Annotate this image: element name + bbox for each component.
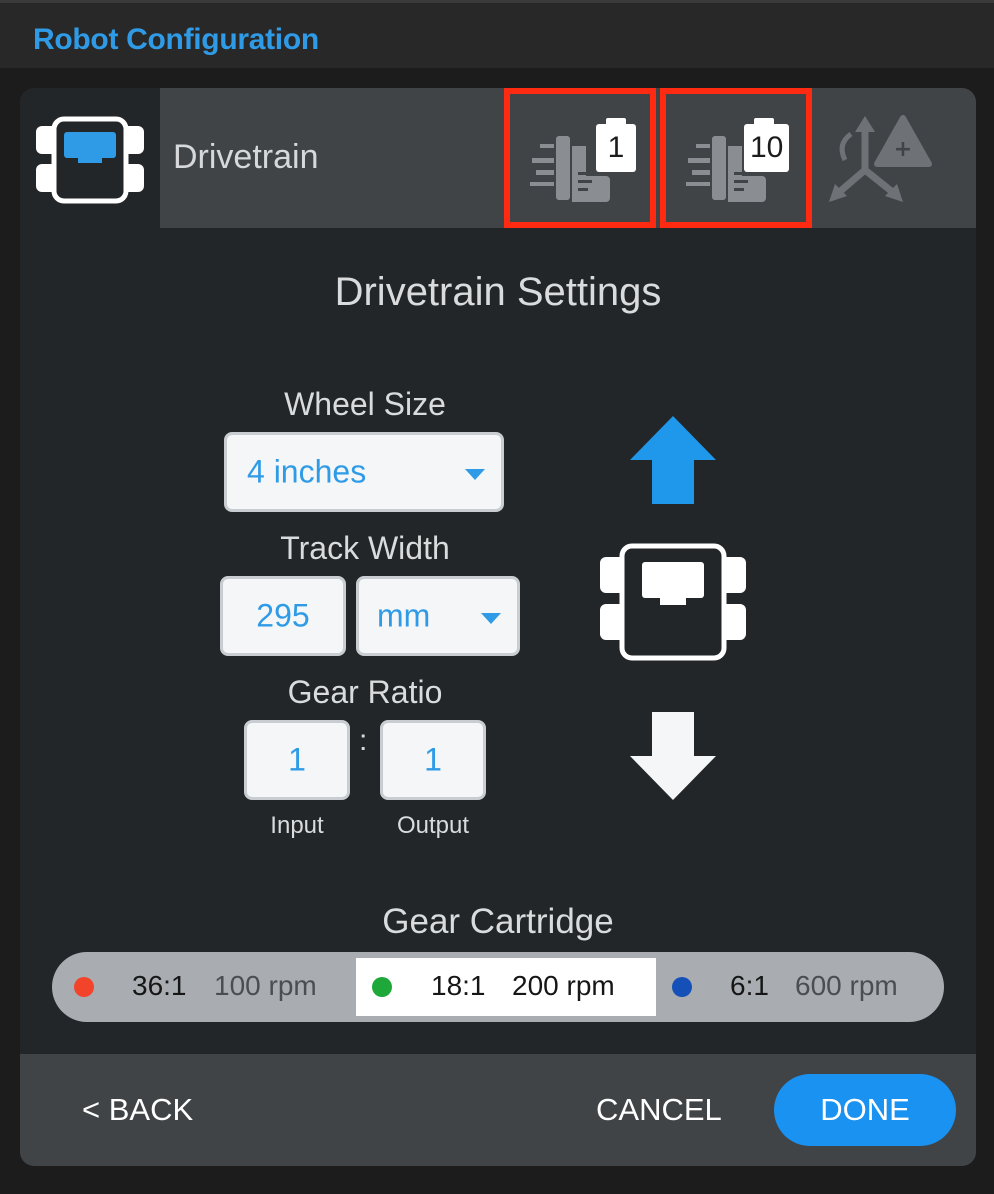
chevron-down-icon xyxy=(481,613,501,624)
gear-cartridge-selector: 36:1 100 rpm 18:1 200 rpm 6:1 600 rpm xyxy=(52,952,944,1022)
cartridge-ratio: 6:1 xyxy=(730,970,769,1001)
cancel-button[interactable]: CANCEL xyxy=(596,1092,722,1128)
track-width-label: Track Width xyxy=(280,530,450,566)
cartridge-option-18-1[interactable]: 18:1 200 rpm xyxy=(356,958,656,1016)
wheel-size-label: Wheel Size xyxy=(284,386,446,422)
done-button[interactable]: DONE xyxy=(774,1074,956,1146)
gear-cartridge-label: Gear Cartridge xyxy=(382,902,614,941)
arrow-down-icon[interactable] xyxy=(628,710,718,802)
wheel-size-select[interactable]: 4 inches xyxy=(224,432,504,512)
drivetrain-config-panel: Drivetrain 1 10 + Drivetrain Settings Wh… xyxy=(20,88,976,1166)
ratio-separator: : xyxy=(359,724,368,757)
motor-port-slot-1[interactable]: 1 xyxy=(504,88,656,228)
track-width-value: 295 xyxy=(256,597,310,634)
footer-bar: < BACK CANCEL DONE xyxy=(20,1054,976,1166)
output-caption: Output xyxy=(396,812,470,839)
blue-cartridge-dot xyxy=(672,977,692,997)
chevron-down-icon xyxy=(465,469,485,480)
arrow-up-icon[interactable] xyxy=(628,414,718,506)
port-number-badge: 10 xyxy=(744,118,790,172)
title-bar: Robot Configuration xyxy=(0,0,994,68)
window-title: Robot Configuration xyxy=(33,23,319,56)
drivetrain-icon xyxy=(600,543,746,661)
svg-text:+: + xyxy=(894,137,912,162)
track-width-input[interactable]: 295 xyxy=(220,576,346,656)
motor-port-slot-10[interactable]: 10 xyxy=(660,88,812,228)
add-gyro-sensor-icon[interactable]: + xyxy=(825,110,935,211)
gear-ratio-label: Gear Ratio xyxy=(287,674,443,710)
cartridge-ratio: 36:1 xyxy=(132,970,187,1001)
input-caption: Input xyxy=(270,812,324,839)
settings-title: Drivetrain Settings xyxy=(334,270,662,314)
wheel-size-value: 4 inches xyxy=(247,453,367,490)
gear-ratio-output-field[interactable]: 1 xyxy=(380,720,486,800)
cartridge-option-6-1[interactable]: 6:1 600 rpm xyxy=(658,952,944,1022)
device-name: Drivetrain xyxy=(173,138,319,176)
gear-output-value: 1 xyxy=(424,741,442,778)
back-button[interactable]: < BACK xyxy=(82,1092,193,1128)
green-cartridge-dot xyxy=(372,977,392,997)
cartridge-rpm: 100 rpm xyxy=(214,970,317,1001)
cartridge-rpm: 600 rpm xyxy=(795,970,898,1001)
drivetrain-icon xyxy=(32,116,148,206)
gear-input-value: 1 xyxy=(288,741,306,778)
cartridge-option-36-1[interactable]: 36:1 100 rpm xyxy=(52,952,354,1022)
cartridge-ratio: 18:1 xyxy=(431,970,486,1001)
gear-ratio-input-field[interactable]: 1 xyxy=(244,720,350,800)
track-width-unit-select[interactable]: mm xyxy=(356,576,520,656)
port-number-badge: 1 xyxy=(596,118,636,172)
track-width-unit-value: mm xyxy=(377,597,431,634)
cartridge-rpm: 200 rpm xyxy=(512,970,615,1001)
red-cartridge-dot xyxy=(74,977,94,997)
